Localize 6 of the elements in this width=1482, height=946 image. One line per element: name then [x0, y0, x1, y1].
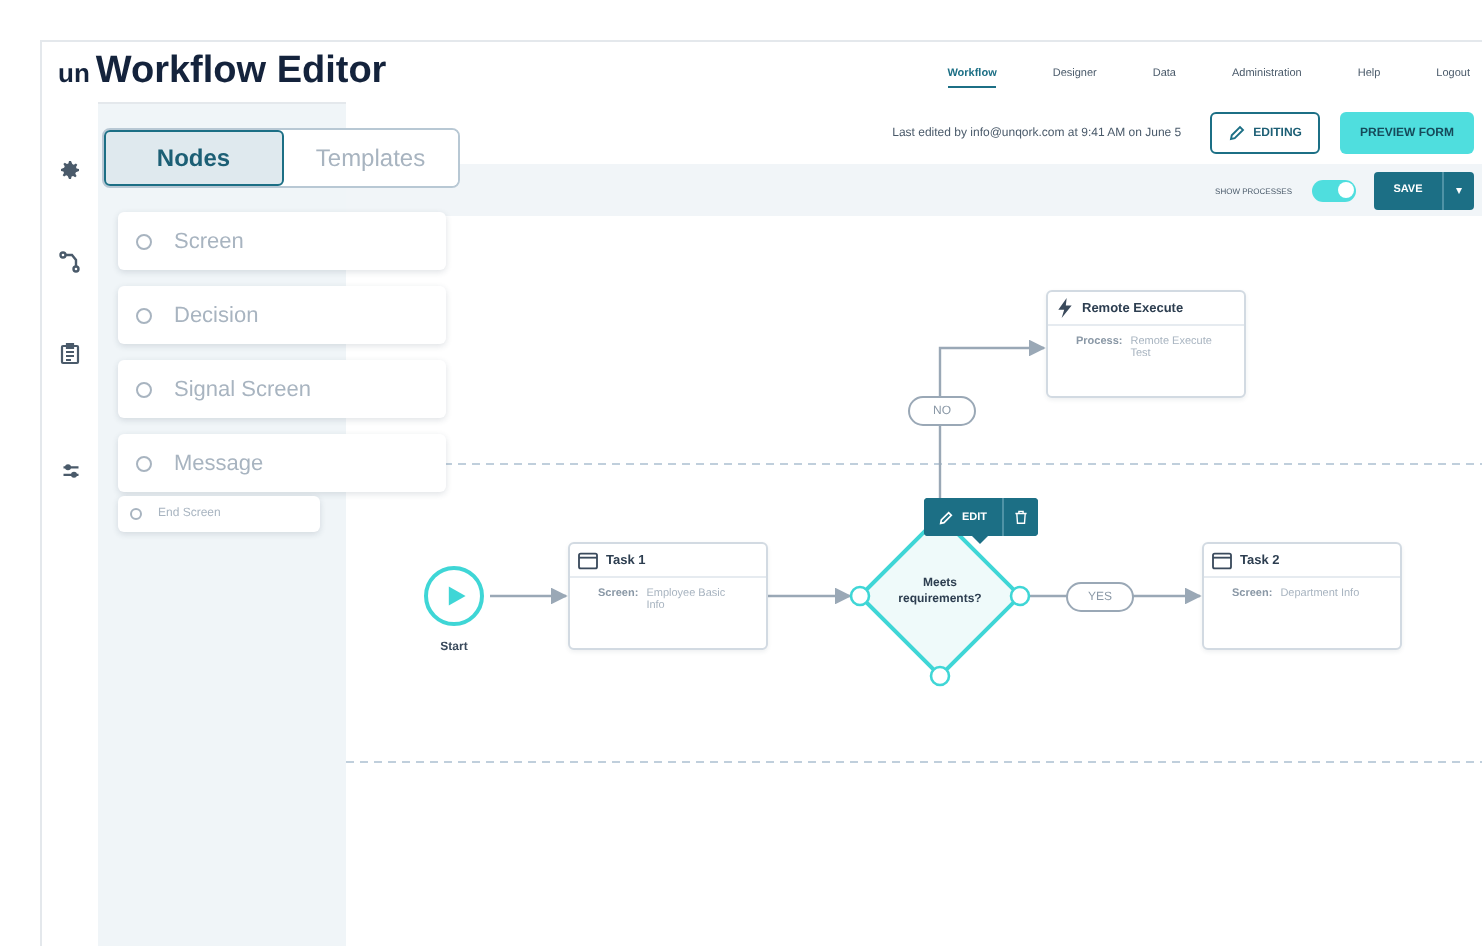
- item-label: Message: [174, 451, 264, 475]
- window-title: Workflow Editor: [95, 50, 387, 94]
- logo: un: [58, 58, 90, 88]
- item-label: Decision: [174, 303, 259, 327]
- item-label: Screen: [174, 229, 244, 253]
- item-label: Signal Screen: [174, 377, 311, 401]
